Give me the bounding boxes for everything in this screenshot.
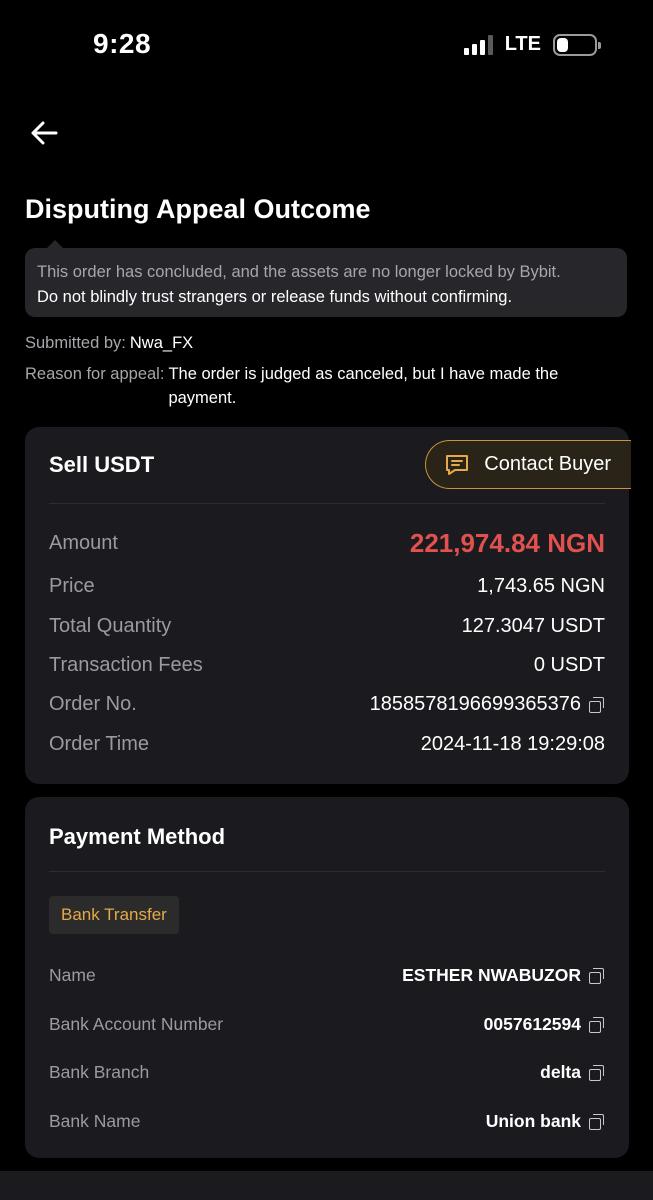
fees-label: Transaction Fees: [49, 654, 203, 676]
page-title: Disputing Appeal Outcome: [25, 194, 371, 224]
contact-buyer-label: Contact Buyer: [484, 453, 611, 475]
battery-icon: [553, 33, 601, 56]
order-time-row: Order Time 2024-11-18 19:29:08: [49, 733, 605, 756]
contact-buyer-button[interactable]: Contact Buyer: [425, 440, 631, 489]
order-title: Sell USDT: [49, 452, 155, 477]
bank-branch-row: Bank Branch delta: [49, 1062, 605, 1083]
amount-label: Amount: [49, 532, 118, 554]
amount-row: Amount 221,974.84 NGN: [49, 528, 605, 559]
payee-name-value: ESTHER NWABUZOR: [402, 965, 605, 986]
copy-icon[interactable]: [589, 1113, 605, 1130]
copy-icon[interactable]: [589, 967, 605, 984]
divider: [49, 503, 605, 504]
price-label: Price: [49, 575, 95, 597]
order-time-label: Order Time: [49, 733, 150, 755]
payee-name-label: Name: [49, 965, 96, 985]
submitted-by-label: Submitted by:: [25, 334, 126, 352]
network-label: LTE: [504, 33, 541, 55]
order-card: Sell USDT Contact Buyer Amount 221,974.8…: [25, 427, 631, 784]
fees-row: Transaction Fees 0 USDT: [49, 654, 605, 677]
payment-card: Payment Method Bank Transfer Name ESTHER…: [25, 797, 629, 1158]
order-no-value: 1858578196699365376: [370, 693, 605, 716]
battery-level: [557, 37, 568, 52]
order-no-text: 1858578196699365376: [369, 693, 581, 715]
submitted-by-value: Nwa_FX: [129, 334, 194, 352]
copy-icon[interactable]: [589, 1016, 605, 1033]
bank-name-label: Bank Name: [49, 1111, 141, 1131]
bank-name-text: Union bank: [485, 1111, 581, 1131]
bank-branch-text: delta: [540, 1062, 581, 1082]
order-no-label: Order No.: [49, 693, 137, 715]
bank-branch-value: delta: [540, 1062, 605, 1083]
account-number-row: Bank Account Number 0057612594: [49, 1014, 605, 1035]
reason-value: The order is judged as canceled, but I h…: [168, 365, 559, 407]
bottom-panel: [0, 1171, 653, 1200]
order-no-row: Order No. 1858578196699365376: [49, 693, 605, 716]
reason-label: Reason for appeal:: [25, 365, 165, 383]
bank-branch-label: Bank Branch: [49, 1062, 150, 1082]
signal-icon: [463, 34, 493, 55]
chat-icon: [446, 454, 469, 475]
divider: [49, 871, 605, 872]
warning-line-2: Do not blindly trust strangers or releas…: [37, 288, 513, 306]
reason-row: Reason for appeal: The order is judged a…: [25, 362, 625, 410]
status-bar: 9:28 LTE: [0, 0, 653, 90]
payee-name-row: Name ESTHER NWABUZOR: [49, 965, 605, 986]
back-button[interactable]: [26, 116, 62, 150]
copy-icon[interactable]: [589, 1064, 605, 1081]
payee-name-text: ESTHER NWABUZOR: [402, 965, 581, 985]
status-time: 9:28: [93, 28, 152, 59]
status-indicators: LTE: [463, 33, 601, 56]
total-quantity-value: 127.3047 USDT: [461, 615, 605, 637]
bank-name-value: Union bank: [486, 1111, 605, 1132]
copy-icon[interactable]: [589, 696, 605, 713]
account-number-text: 0057612594: [483, 1014, 581, 1034]
total-quantity-row: Total Quantity 127.3047 USDT: [49, 615, 605, 638]
account-number-value: 0057612594: [484, 1014, 605, 1035]
total-quantity-label: Total Quantity: [49, 615, 172, 637]
appeal-meta: Submitted by: Nwa_FX Reason for appeal: …: [25, 331, 625, 410]
price-value: 1,743.65 NGN: [477, 575, 605, 597]
amount-value: 221,974.84 NGN: [409, 528, 605, 558]
price-row: Price 1,743.65 NGN: [49, 575, 605, 598]
fees-value: 0 USDT: [533, 654, 605, 676]
warning-line-1: This order has concluded, and the assets…: [37, 263, 561, 281]
payment-method-tag[interactable]: Bank Transfer: [49, 896, 179, 934]
warning-banner: This order has concluded, and the assets…: [25, 240, 627, 317]
arrow-left-icon: [31, 121, 58, 145]
payment-title: Payment Method: [49, 824, 226, 849]
order-time-value: 2024-11-18 19:29:08: [420, 733, 605, 755]
bank-name-row: Bank Name Union bank: [49, 1111, 605, 1132]
account-number-label: Bank Account Number: [49, 1014, 224, 1034]
submitted-by-row: Submitted by: Nwa_FX: [25, 331, 625, 355]
